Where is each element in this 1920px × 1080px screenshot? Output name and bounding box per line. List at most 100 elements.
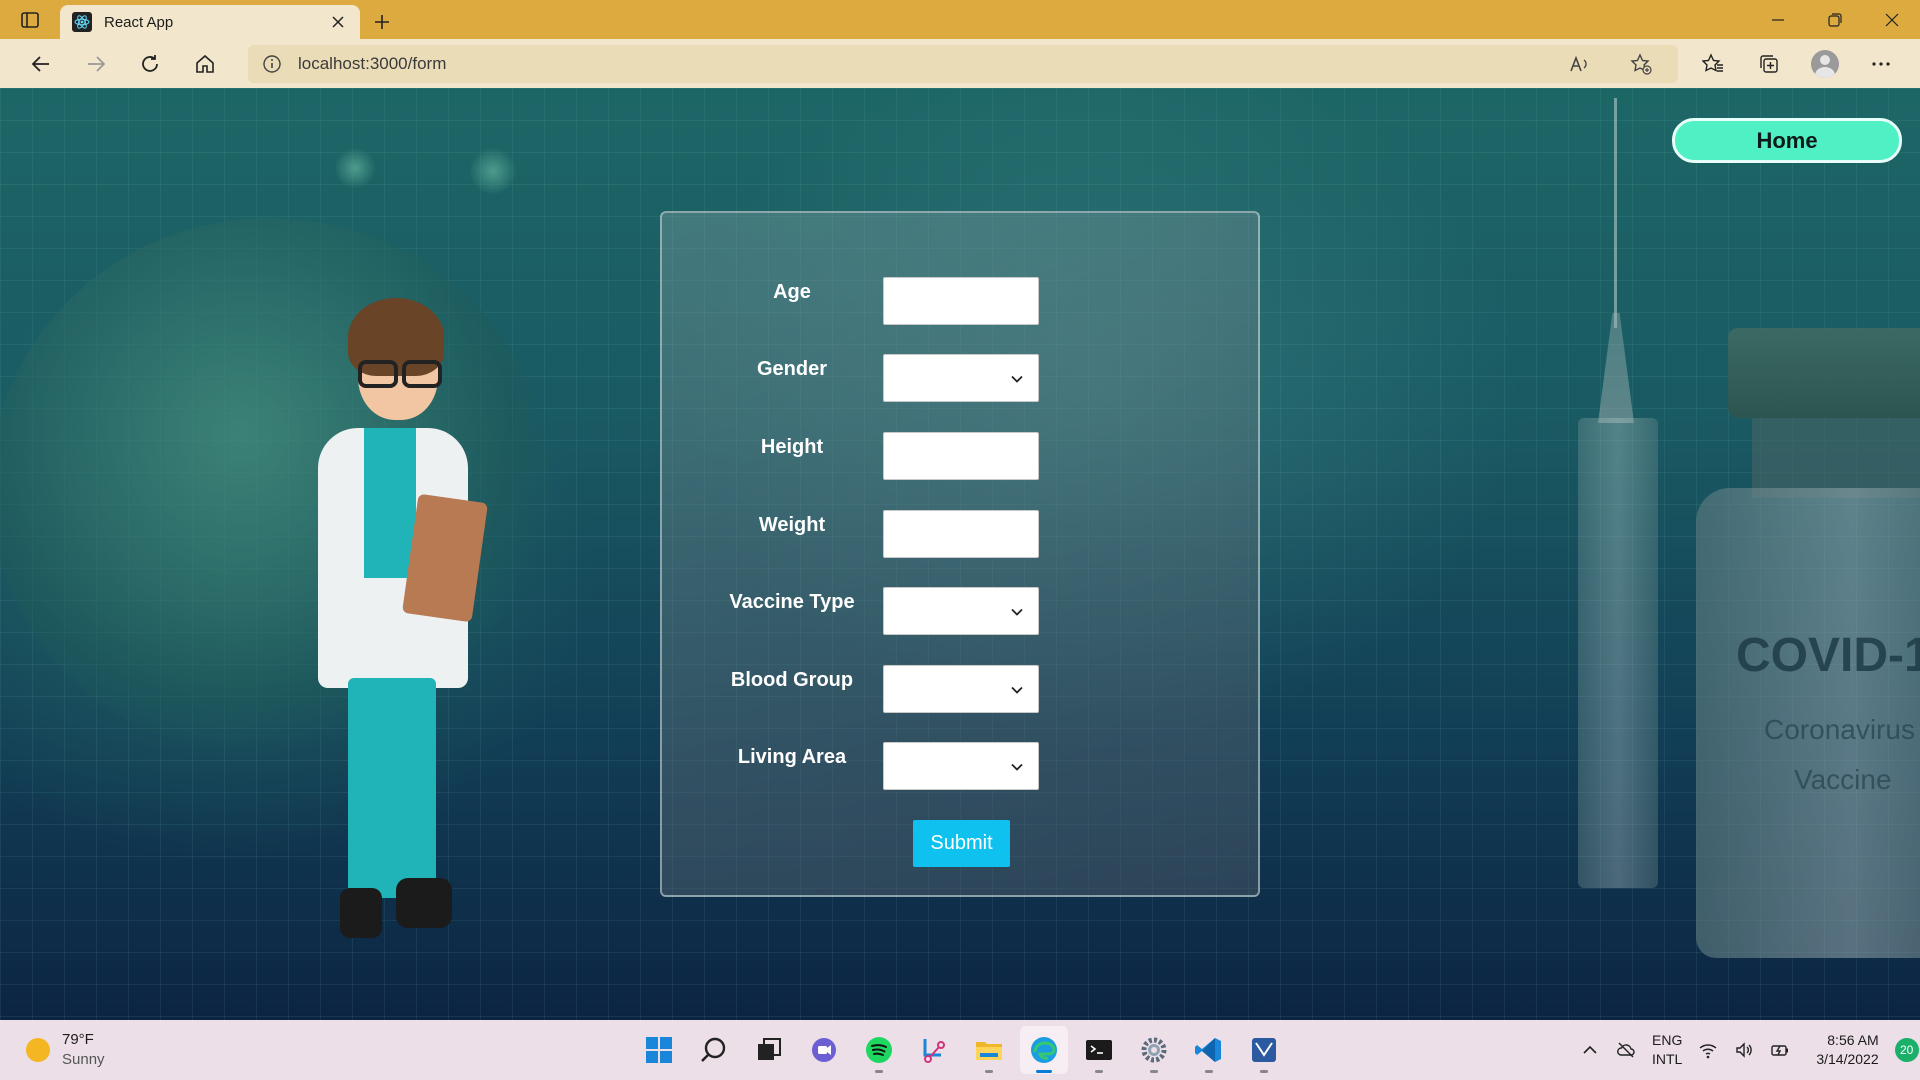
vaccine-type-select[interactable] bbox=[883, 587, 1039, 635]
show-hidden-icons-button[interactable] bbox=[1580, 1040, 1600, 1060]
back-button[interactable] bbox=[14, 44, 69, 84]
tab-actions-button[interactable] bbox=[0, 0, 60, 39]
weight-input[interactable] bbox=[883, 510, 1039, 558]
snipping-tool-button[interactable] bbox=[910, 1026, 958, 1074]
collections-icon bbox=[1760, 54, 1778, 73]
app-icon bbox=[1252, 1038, 1276, 1062]
sidebar-toggle-icon bbox=[21, 11, 39, 28]
search-button[interactable] bbox=[690, 1026, 738, 1074]
living-area-select[interactable] bbox=[883, 742, 1039, 790]
task-view-icon bbox=[758, 1038, 781, 1060]
more-options-button[interactable] bbox=[1856, 44, 1906, 84]
volume-button[interactable] bbox=[1734, 1040, 1754, 1060]
notification-badge[interactable]: 20 bbox=[1894, 1038, 1919, 1062]
gender-select[interactable] bbox=[883, 354, 1039, 402]
submit-button[interactable]: Submit bbox=[913, 820, 1010, 867]
minimize-button[interactable] bbox=[1749, 0, 1806, 39]
taskbar-apps bbox=[635, 1026, 1288, 1074]
start-button[interactable] bbox=[635, 1026, 683, 1074]
favorites-button[interactable] bbox=[1688, 44, 1738, 84]
wifi-icon bbox=[1699, 1044, 1717, 1059]
language-indicator[interactable]: ENG INTL bbox=[1652, 1031, 1682, 1069]
form-row-blood-group: Blood Group bbox=[662, 665, 1262, 713]
weight-label: Weight bbox=[758, 514, 826, 536]
refresh-button[interactable] bbox=[123, 44, 178, 84]
sun-icon bbox=[26, 1038, 50, 1062]
profile-button[interactable] bbox=[1800, 44, 1850, 84]
chevron-up-icon bbox=[1583, 1045, 1597, 1054]
height-label: Height bbox=[760, 436, 824, 458]
vscode-icon bbox=[1195, 1038, 1221, 1062]
battery-charging-icon bbox=[1771, 1045, 1789, 1056]
restore-icon bbox=[1827, 12, 1842, 27]
settings-button[interactable] bbox=[1130, 1026, 1178, 1074]
minimize-icon bbox=[1771, 18, 1784, 21]
wifi-button[interactable] bbox=[1698, 1040, 1718, 1060]
language-secondary: INTL bbox=[1652, 1051, 1683, 1067]
file-explorer-icon bbox=[976, 1042, 1002, 1060]
star-add-icon bbox=[1630, 52, 1652, 75]
doctor-illustration bbox=[310, 298, 530, 948]
edge-button[interactable] bbox=[1020, 1026, 1068, 1074]
add-favorite-button[interactable] bbox=[1618, 52, 1664, 75]
read-aloud-button[interactable] bbox=[1556, 53, 1602, 75]
info-icon[interactable] bbox=[262, 54, 282, 74]
spotify-icon bbox=[866, 1037, 892, 1063]
vscode-button[interactable] bbox=[1185, 1026, 1233, 1074]
chevron-down-icon bbox=[1011, 608, 1023, 616]
search-icon bbox=[701, 1037, 726, 1062]
vial-label-subtitle: Coronavirus bbox=[1764, 714, 1915, 745]
tab-title: React App bbox=[104, 13, 174, 31]
favorites-icon bbox=[1702, 52, 1724, 72]
spotify-button[interactable] bbox=[855, 1026, 903, 1074]
battery-button[interactable] bbox=[1770, 1040, 1790, 1060]
medical-form: Age Gender Height Weight Vaccine Type Bl… bbox=[660, 211, 1260, 897]
windows-start-icon bbox=[646, 1037, 672, 1063]
onedrive-status-button[interactable] bbox=[1616, 1040, 1636, 1060]
blood-group-select[interactable] bbox=[883, 665, 1039, 713]
restore-button[interactable] bbox=[1806, 0, 1863, 39]
file-explorer-button[interactable] bbox=[965, 1026, 1013, 1074]
speaker-icon bbox=[1736, 1042, 1753, 1058]
age-input[interactable] bbox=[883, 277, 1039, 325]
plus-icon bbox=[375, 15, 389, 29]
forward-button[interactable] bbox=[69, 44, 124, 84]
url-text[interactable]: localhost:3000/form bbox=[298, 54, 1540, 74]
weather-widget[interactable]: 79°F Sunny bbox=[26, 1030, 105, 1070]
virus-particle bbox=[335, 148, 375, 188]
close-window-button[interactable] bbox=[1863, 0, 1920, 39]
height-input[interactable] bbox=[883, 432, 1039, 480]
terminal-button[interactable] bbox=[1075, 1026, 1123, 1074]
window-controls bbox=[1749, 0, 1920, 39]
clock-date: 3/14/2022 bbox=[1816, 1051, 1879, 1067]
collections-button[interactable] bbox=[1744, 44, 1794, 84]
teams-chat-button[interactable] bbox=[800, 1026, 848, 1074]
taskbar: 79°F Sunny ENG INTL 8:56 AM 3/14/2022 20 bbox=[0, 1020, 1920, 1080]
terminal-icon bbox=[1086, 1040, 1112, 1060]
living-area-label: Living Area bbox=[737, 746, 847, 768]
snipping-tool-icon bbox=[923, 1039, 945, 1063]
new-tab-button[interactable] bbox=[360, 5, 404, 39]
weather-temperature: 79°F bbox=[62, 1031, 94, 1048]
vaccine-type-label: Vaccine Type bbox=[729, 591, 855, 613]
browser-tab-active[interactable]: React App bbox=[60, 5, 360, 39]
home-button[interactable]: Home bbox=[1672, 118, 1902, 163]
chevron-down-icon bbox=[1011, 375, 1023, 383]
task-view-button[interactable] bbox=[745, 1026, 793, 1074]
react-favicon-icon bbox=[72, 12, 92, 32]
cloud-off-icon bbox=[1617, 1042, 1635, 1058]
form-row-living-area: Living Area bbox=[662, 742, 1262, 790]
vial-label-subtitle-2: Vaccine bbox=[1794, 764, 1892, 795]
form-row-age: Age bbox=[662, 277, 1262, 325]
read-aloud-icon bbox=[1570, 55, 1587, 71]
close-icon bbox=[332, 16, 344, 28]
tab-close-button[interactable] bbox=[328, 12, 348, 32]
app-button[interactable] bbox=[1240, 1026, 1288, 1074]
clock[interactable]: 8:56 AM 3/14/2022 bbox=[1816, 1031, 1878, 1069]
form-row-gender: Gender bbox=[662, 354, 1262, 402]
address-bar[interactable]: localhost:3000/form bbox=[248, 44, 1679, 83]
home-nav-button[interactable] bbox=[178, 44, 233, 84]
close-icon bbox=[1885, 13, 1898, 26]
edge-icon bbox=[1031, 1037, 1057, 1063]
system-tray: ENG INTL 8:56 AM 3/14/2022 20 bbox=[1580, 1028, 1919, 1072]
